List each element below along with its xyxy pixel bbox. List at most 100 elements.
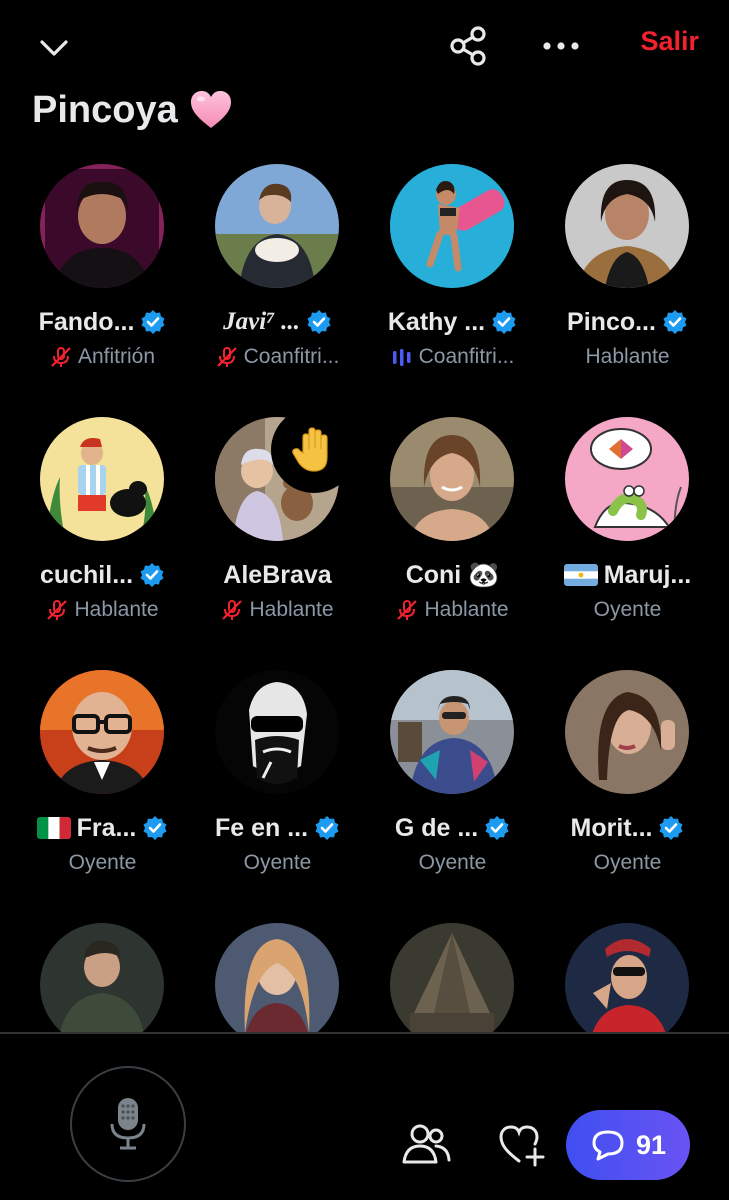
participant-card[interactable]: G de ... Oyente bbox=[365, 668, 540, 908]
participant-name: Kathy ... bbox=[387, 307, 486, 336]
microphone-icon bbox=[110, 1098, 146, 1150]
participant-card[interactable] bbox=[540, 921, 715, 1032]
heart-plus-icon[interactable] bbox=[494, 1120, 548, 1170]
space-title: Pincoya bbox=[32, 88, 178, 131]
participant-role: Hablante bbox=[74, 598, 159, 621]
name-row: AleBrava bbox=[190, 557, 365, 593]
name-row: cuchil... bbox=[15, 557, 190, 593]
avatar bbox=[40, 670, 164, 794]
verified-badge-icon bbox=[143, 816, 167, 840]
name-row: Maruj... bbox=[540, 557, 715, 593]
participant-role: Oyente bbox=[593, 598, 662, 621]
avatar bbox=[390, 670, 514, 794]
name-row: Fra... bbox=[15, 810, 190, 846]
participant-name: G de ... bbox=[394, 813, 479, 842]
participant-card[interactable]: Coni 🐼 Hablante bbox=[365, 415, 540, 655]
people-icon[interactable] bbox=[398, 1118, 454, 1170]
more-horizontal-icon[interactable] bbox=[536, 24, 586, 68]
avatar bbox=[565, 164, 689, 288]
participant-role: Coanfitri... bbox=[418, 345, 515, 368]
avatar bbox=[390, 417, 514, 541]
role-row: Hablante bbox=[365, 595, 540, 625]
participant-name: Fe en ... bbox=[214, 813, 309, 842]
name-row: Pinco... bbox=[540, 304, 715, 340]
participant-name: AleBrava bbox=[223, 560, 332, 589]
participant-card[interactable] bbox=[15, 921, 190, 1032]
name-row: Morit... bbox=[540, 810, 715, 846]
participant-role: Hablante bbox=[585, 345, 670, 368]
participant-card[interactable]: cuchil... Hablante bbox=[15, 415, 190, 655]
role-row: Hablante bbox=[15, 595, 190, 625]
role-row: Oyente bbox=[365, 848, 540, 878]
avatar bbox=[390, 923, 514, 1032]
verified-badge-icon bbox=[141, 310, 165, 334]
participant-role: Coanfitri... bbox=[243, 345, 340, 368]
avatar bbox=[565, 670, 689, 794]
raised-hand-icon bbox=[271, 407, 357, 493]
role-row: Hablante bbox=[190, 595, 365, 625]
participant-name: Maruj... bbox=[603, 560, 692, 589]
participant-role: Hablante bbox=[249, 598, 334, 621]
participant-card[interactable]: Kathy ... Coanfitri... bbox=[365, 162, 540, 402]
participant-card[interactable]: Maruj... Oyente bbox=[540, 415, 715, 655]
participant-name: Fra... bbox=[76, 813, 137, 842]
leave-button[interactable]: Salir bbox=[640, 26, 699, 57]
participant-role: Hablante bbox=[424, 598, 509, 621]
participant-card[interactable]: Fra... Oyente bbox=[15, 668, 190, 908]
italy-flag-icon bbox=[36, 817, 71, 839]
mic-muted-icon bbox=[51, 347, 71, 367]
avatar bbox=[215, 164, 339, 288]
participant-name: Fando... bbox=[38, 307, 135, 336]
avatar bbox=[40, 417, 164, 541]
avatar bbox=[390, 164, 514, 288]
share-icon[interactable] bbox=[444, 22, 492, 70]
verified-badge-icon bbox=[315, 816, 339, 840]
participant-card[interactable]: Pinco... Hablante bbox=[540, 162, 715, 402]
participant-name: Pinco... bbox=[567, 307, 656, 336]
avatar bbox=[40, 164, 164, 288]
participant-role: Oyente bbox=[68, 851, 137, 874]
role-row: Coanfitri... bbox=[365, 342, 540, 372]
participant-name: cuchil... bbox=[39, 560, 134, 589]
comments-button[interactable]: 91 bbox=[566, 1110, 690, 1180]
participant-card[interactable] bbox=[365, 921, 540, 1032]
verified-badge-icon bbox=[307, 310, 331, 334]
name-row: Javi⁷ ... bbox=[190, 304, 365, 340]
participant-name: Morit... bbox=[570, 813, 653, 842]
verified-badge-icon bbox=[140, 563, 164, 587]
participant-card[interactable] bbox=[190, 921, 365, 1032]
verified-badge-icon bbox=[492, 310, 516, 334]
participant-card[interactable]: Fe en ... Oyente bbox=[190, 668, 365, 908]
role-row: Oyente bbox=[190, 848, 365, 878]
verified-badge-icon bbox=[659, 816, 683, 840]
name-row: Fe en ... bbox=[190, 810, 365, 846]
verified-badge-icon bbox=[663, 310, 687, 334]
pink-heart-icon bbox=[190, 91, 231, 128]
participant-name: Javi⁷ ... bbox=[223, 308, 300, 335]
avatar bbox=[40, 923, 164, 1032]
avatar bbox=[565, 923, 689, 1032]
participant-role: Oyente bbox=[593, 851, 662, 874]
comment-bubble-icon bbox=[592, 1130, 624, 1161]
participant-card[interactable]: Morit... Oyente bbox=[540, 668, 715, 908]
mic-muted-icon bbox=[216, 347, 237, 367]
role-row: Anfitrión bbox=[15, 342, 190, 372]
microphone-button[interactable] bbox=[70, 1066, 186, 1182]
avatar bbox=[565, 417, 689, 541]
participant-name: Coni 🐼 bbox=[405, 560, 500, 589]
role-row: Oyente bbox=[540, 595, 715, 625]
name-row: Kathy ... bbox=[365, 304, 540, 340]
argentina-flag-icon bbox=[563, 564, 598, 586]
role-row: Oyente bbox=[540, 848, 715, 878]
speaking-bars-icon bbox=[392, 349, 411, 366]
name-row: G de ... bbox=[365, 810, 540, 846]
participant-card[interactable]: Fando... Anfitrión bbox=[15, 162, 190, 402]
participant-role: Oyente bbox=[243, 851, 312, 874]
participant-card[interactable]: Javi⁷ ... Coanfitri... bbox=[190, 162, 365, 402]
avatar bbox=[215, 670, 339, 794]
space-title-row: Pincoya bbox=[32, 86, 234, 134]
mic-muted-icon bbox=[47, 600, 68, 620]
role-row: Coanfitri... bbox=[190, 342, 365, 372]
chevron-down-icon[interactable] bbox=[34, 28, 74, 68]
name-row: Coni 🐼 bbox=[365, 557, 540, 593]
